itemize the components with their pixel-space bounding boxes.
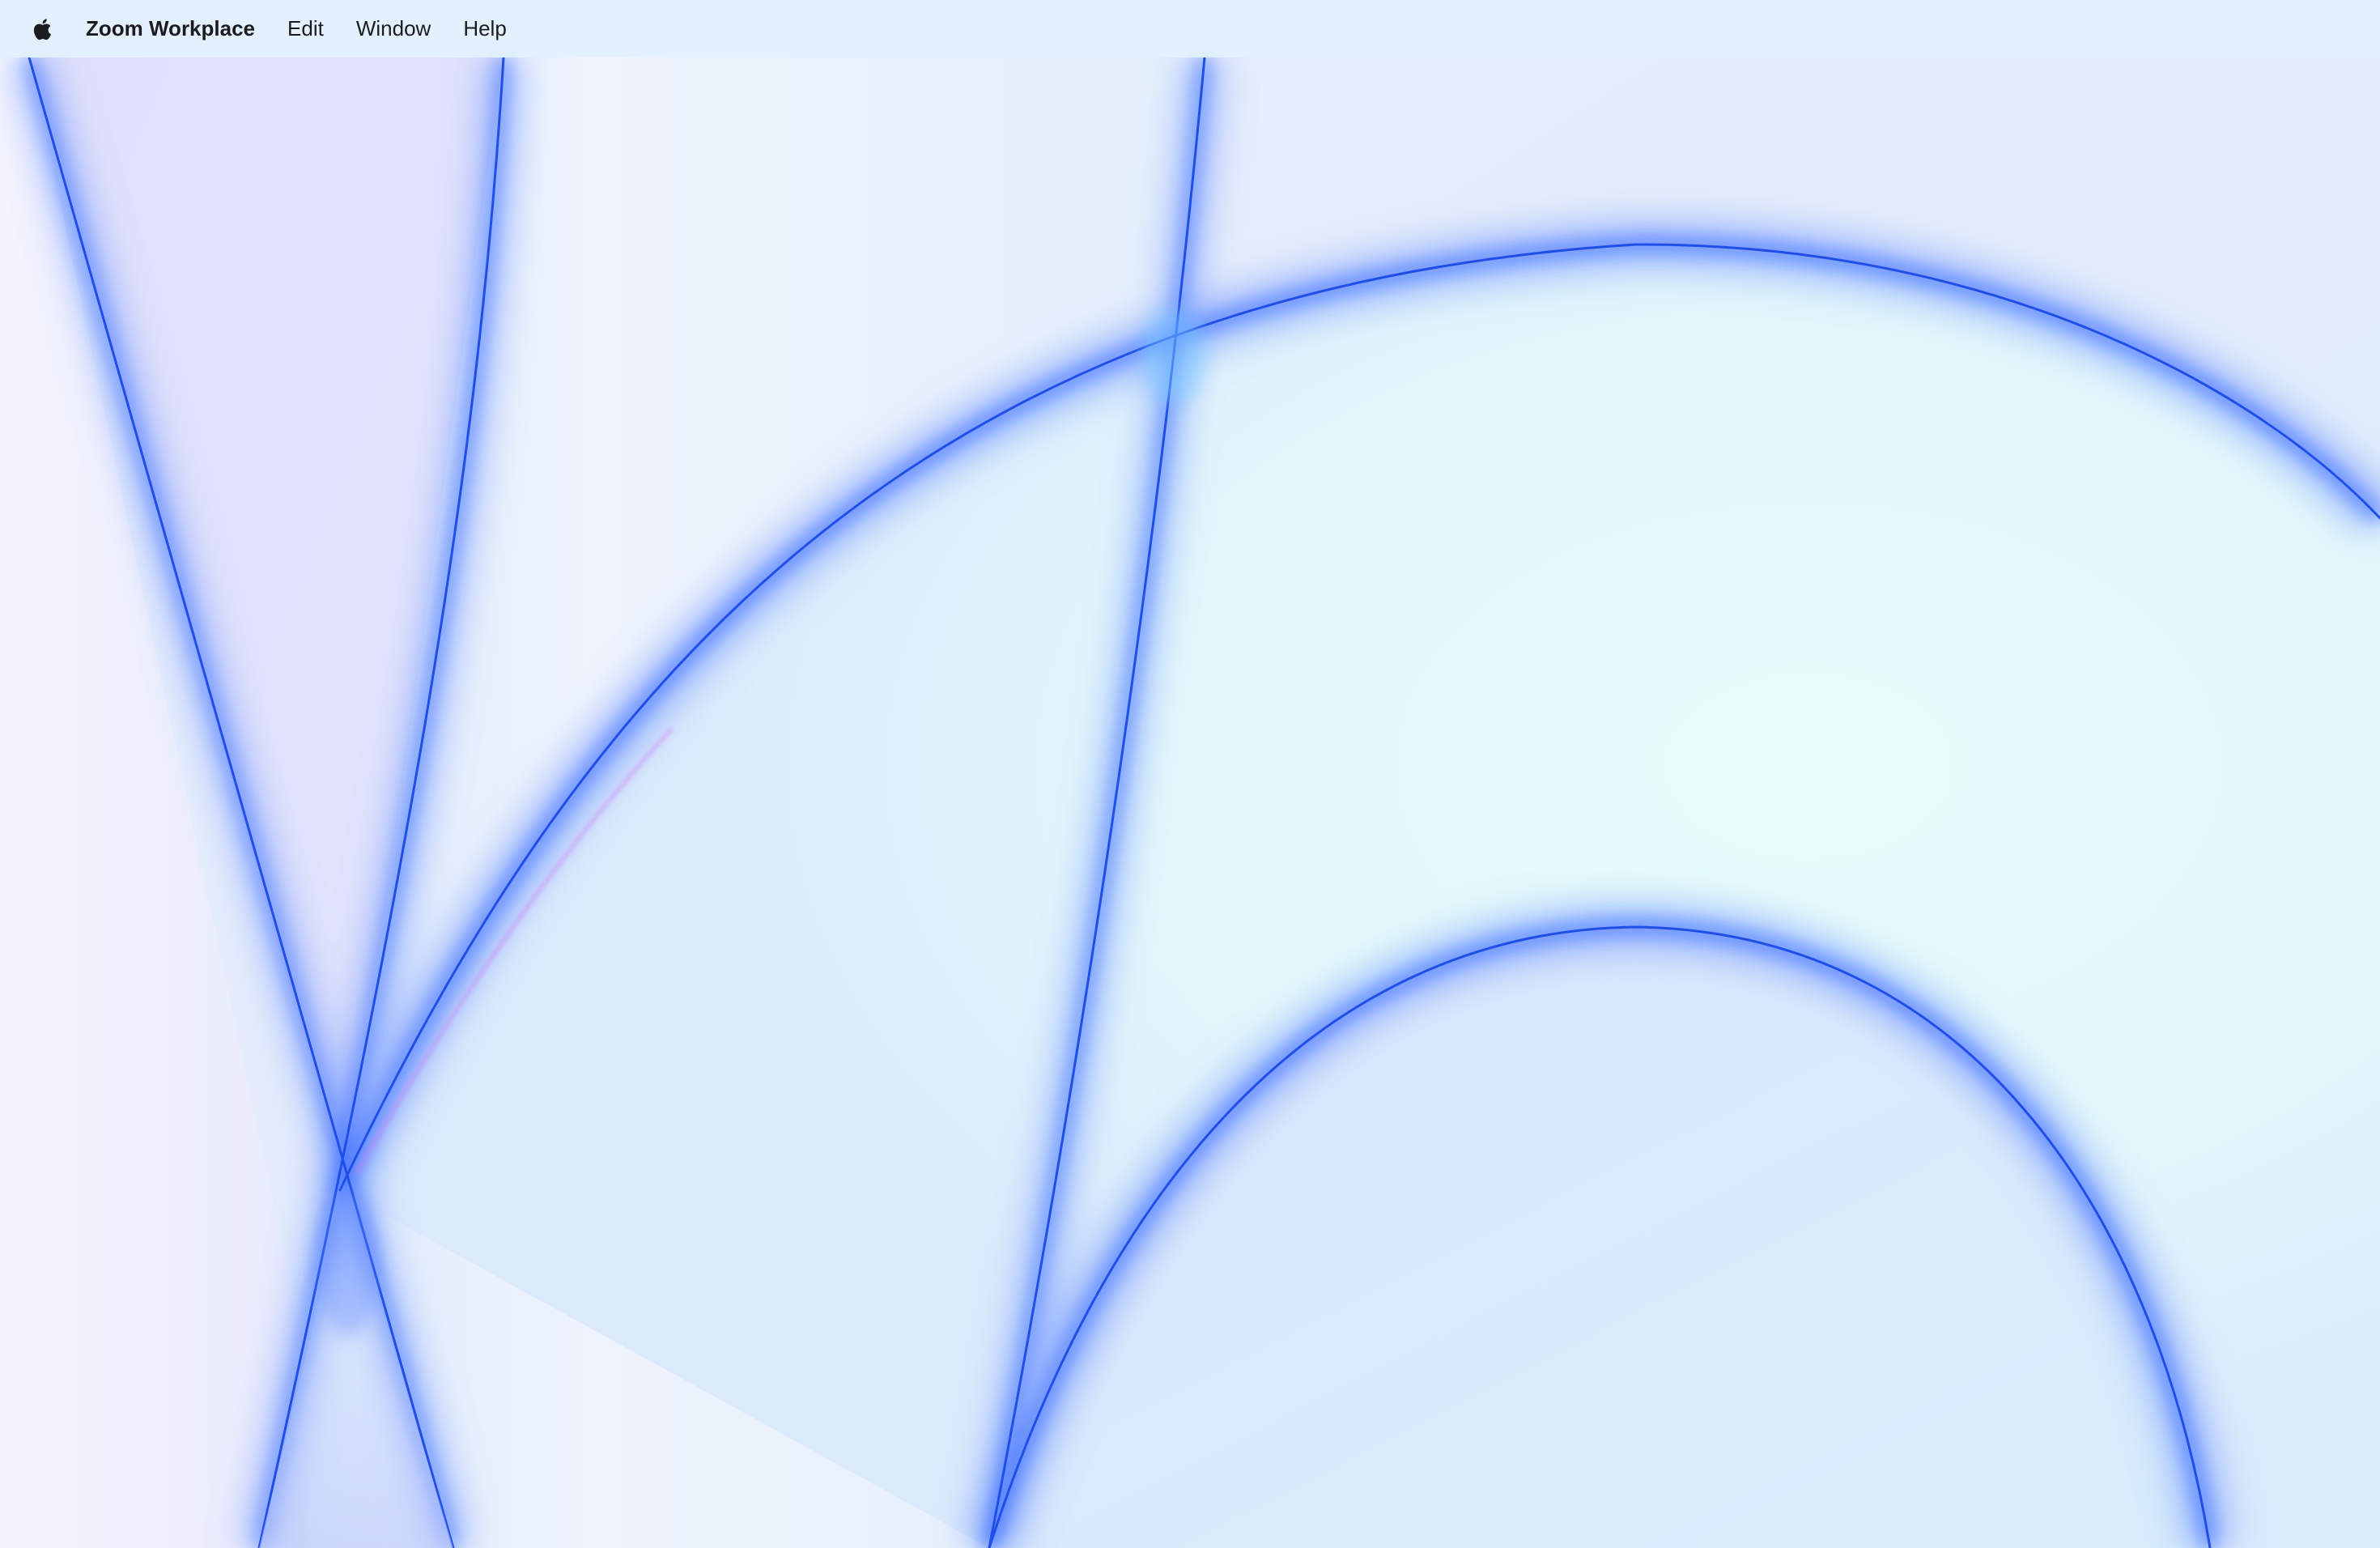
apple-logo-icon[interactable]	[29, 13, 58, 45]
desktop-wallpaper	[0, 0, 2380, 1548]
menu-app-name[interactable]: Zoom Workplace	[86, 0, 271, 57]
menu-window[interactable]: Window	[340, 0, 447, 57]
menu-bar: Zoom Workplace Edit Window Help	[0, 0, 2380, 57]
menu-edit[interactable]: Edit	[271, 0, 340, 57]
desktop: Zoom Workplace Edit Window Help	[0, 0, 2380, 1548]
menu-help[interactable]: Help	[447, 0, 522, 57]
